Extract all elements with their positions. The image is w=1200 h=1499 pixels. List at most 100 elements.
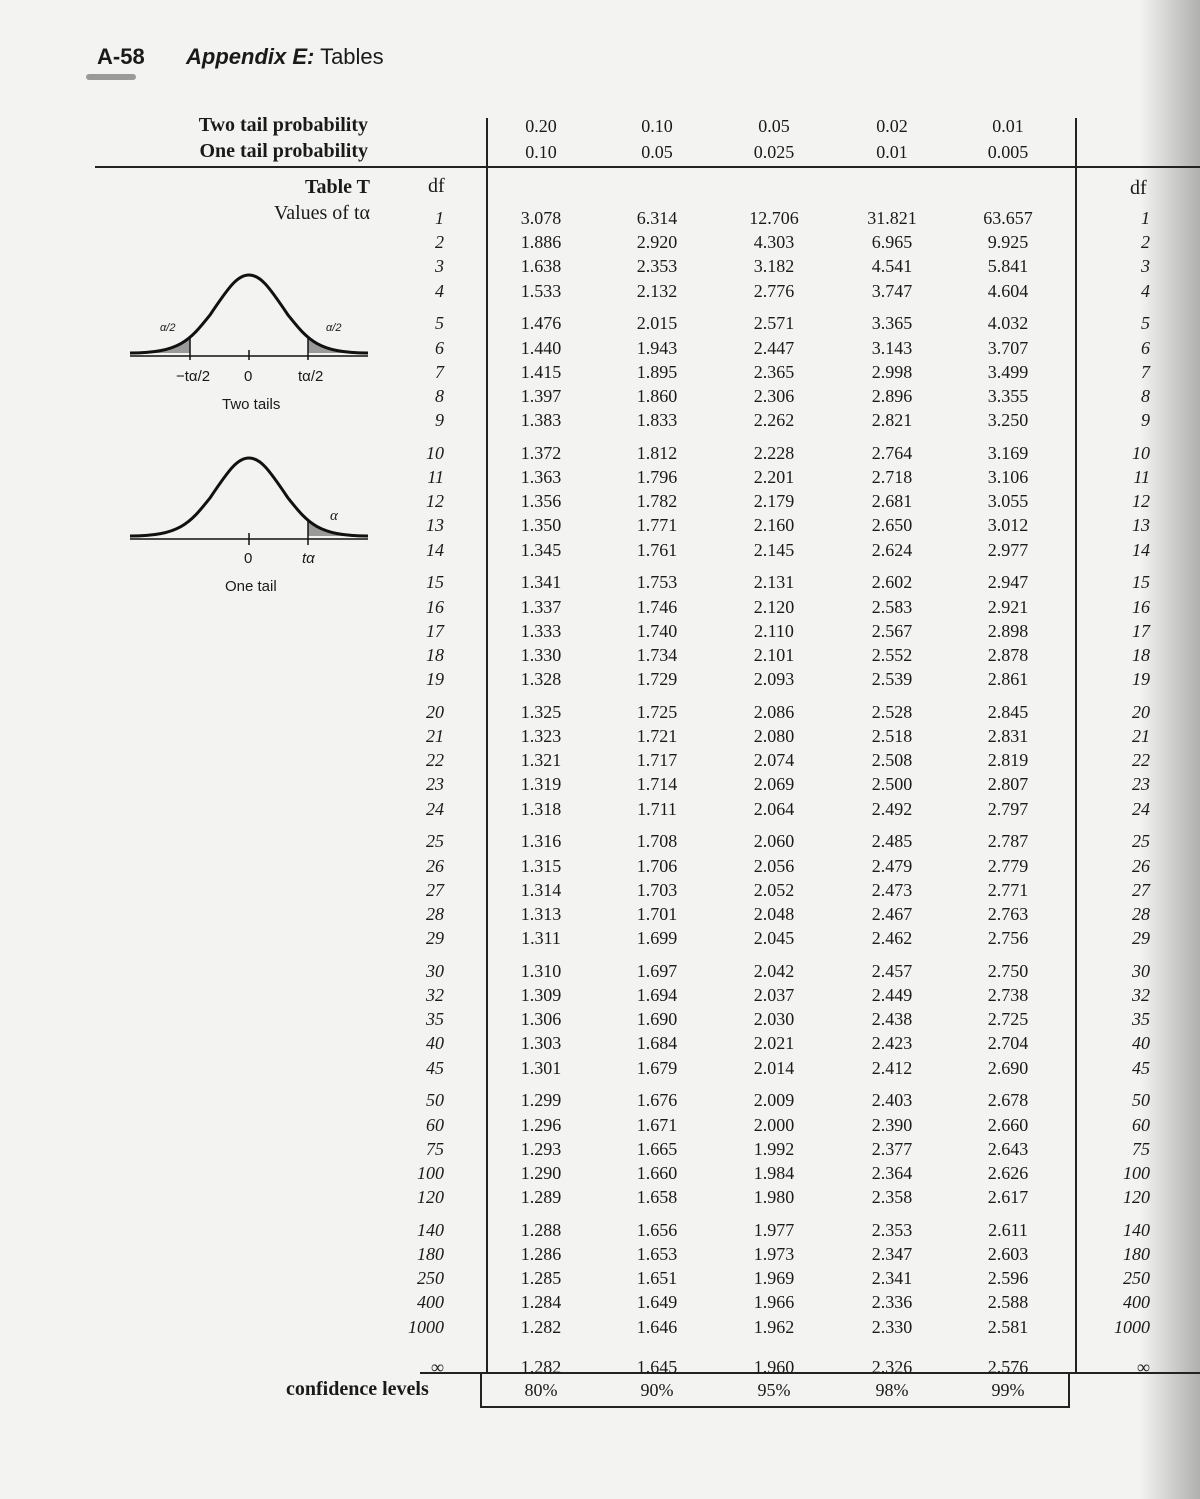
df-value-right: 1: [1141, 208, 1150, 228]
t-value: 2.306: [753, 385, 795, 406]
t-value: 2.364: [871, 1162, 913, 1183]
t-value: 3.707: [987, 337, 1029, 358]
t-value: 2.086: [753, 701, 795, 722]
t-value: 2.093: [753, 669, 795, 690]
t-value: 2.145: [753, 539, 795, 560]
two-tail-probability: 0.02: [876, 116, 908, 136]
table-row: 50 1.299 1.676 2.009 2.403 2.678 50: [0, 1090, 1200, 1114]
df-value-right: 75: [1132, 1138, 1150, 1159]
table-row: 30 1.310 1.697 2.042 2.457 2.750 30: [0, 961, 1200, 985]
df-value: 19: [426, 669, 444, 690]
t-value: 2.611: [988, 1219, 1028, 1240]
t-value: 2.896: [871, 385, 913, 406]
table-row: 17 1.333 1.740 2.110 2.567 2.898 17: [0, 621, 1200, 645]
t-value: 1.476: [520, 313, 562, 334]
t-value: 1.314: [520, 879, 562, 900]
t-value: 3.143: [871, 337, 913, 358]
df-value: 8: [435, 385, 444, 406]
df-value-right: 14: [1132, 539, 1150, 560]
t-value: 2.060: [753, 831, 795, 852]
table-row: 12 1.356 1.782 2.179 2.681 3.055 12: [0, 491, 1200, 515]
t-value: 2.704: [987, 1033, 1029, 1054]
table-row: 21 1.323 1.721 2.080 2.518 2.831 21: [0, 726, 1200, 750]
t-value: 1.313: [520, 903, 562, 924]
df-value: 5: [435, 313, 444, 334]
t-value: 2.052: [753, 879, 795, 900]
t-value: 1.708: [636, 831, 678, 852]
df-value: 45: [426, 1057, 444, 1078]
t-value: 3.169: [987, 442, 1029, 463]
t-value: 2.596: [987, 1268, 1029, 1289]
df-value-right: 19: [1132, 669, 1150, 690]
t-value: 1.703: [636, 879, 678, 900]
table-row: 28 1.313 1.701 2.048 2.467 2.763 28: [0, 904, 1200, 928]
table-title: Table T: [304, 176, 370, 198]
t-value: 1.319: [520, 774, 562, 795]
t-value: 2.690: [987, 1057, 1029, 1078]
t-value: 2.977: [987, 539, 1029, 560]
df-value: 1: [435, 208, 444, 228]
df-value-right: ∞: [1137, 1357, 1150, 1378]
df-value: 250: [417, 1268, 444, 1289]
table-row: 9 1.383 1.833 2.262 2.821 3.250 9: [0, 410, 1200, 434]
t-value: 2.365: [753, 361, 795, 382]
df-value-right: 250: [1123, 1268, 1150, 1289]
df-value: 11: [427, 467, 444, 487]
t-value: 1.753: [636, 572, 678, 593]
t-value: 63.657: [983, 208, 1033, 228]
confidence-level: 95%: [757, 1380, 791, 1400]
t-value: 2.462: [871, 928, 913, 949]
t-value: 1.285: [520, 1268, 562, 1289]
df-value: 13: [426, 515, 444, 536]
t-value: 2.787: [987, 831, 1029, 852]
df-value: 25: [426, 831, 444, 852]
t-value: 2.056: [753, 855, 795, 876]
table-row: 27 1.314 1.703 2.052 2.473 2.771 27: [0, 880, 1200, 904]
t-value: 2.423: [871, 1033, 913, 1054]
table-row: 11 1.363 1.796 2.201 2.718 3.106 11: [0, 467, 1200, 491]
t-value: 2.650: [871, 515, 913, 536]
t-value: 2.000: [753, 1114, 795, 1135]
df-value: 40: [426, 1033, 444, 1054]
df-value-right: 120: [1123, 1187, 1150, 1208]
df-header-right: df: [1130, 177, 1147, 199]
df-value-right: 27: [1132, 879, 1150, 900]
df-value-right: 28: [1132, 903, 1150, 924]
t-value: 1.337: [520, 596, 562, 617]
t-value: 2.821: [871, 410, 913, 431]
df-value: 27: [426, 879, 444, 900]
t-value: 1.690: [636, 1009, 678, 1030]
t-value: 1.649: [636, 1292, 678, 1313]
t-value: 4.032: [987, 313, 1029, 334]
df-value-right: 25: [1132, 831, 1150, 852]
df-value-right: 45: [1132, 1057, 1150, 1078]
two-tail-probability: 0.05: [758, 116, 790, 136]
t-value: 2.110: [754, 620, 794, 641]
t-value: 2.473: [871, 879, 913, 900]
t-value: 2.074: [753, 750, 795, 771]
t-value: 2.643: [987, 1138, 1029, 1159]
one-tail-label: One tail probability: [199, 140, 368, 162]
t-value: 1.796: [636, 467, 678, 487]
t-value: 2.738: [987, 985, 1029, 1005]
confidence-level: 80%: [524, 1380, 558, 1400]
table-row: 14 1.345 1.761 2.145 2.624 2.977 14: [0, 540, 1200, 564]
t-value: 2.438: [871, 1009, 913, 1030]
df-value-right: 26: [1132, 855, 1150, 876]
table-row: 4 1.533 2.132 2.776 3.747 4.604 4: [0, 281, 1200, 305]
t-value: 1.282: [520, 1357, 562, 1378]
t-value: 3.182: [753, 256, 795, 277]
t-value: 2.583: [871, 596, 913, 617]
t-value: 1.699: [636, 928, 678, 949]
t-value: 2.797: [987, 798, 1029, 819]
t-value: 2.014: [753, 1057, 795, 1078]
df-value-right: 24: [1132, 798, 1150, 819]
t-value: 3.106: [987, 467, 1029, 487]
table-row: 400 1.284 1.649 1.966 2.336 2.588 400: [0, 1292, 1200, 1316]
t-value: 2.776: [753, 280, 795, 301]
t-value: 2.021: [753, 1033, 795, 1054]
df-value: 4: [435, 280, 444, 301]
df-value-right: 21: [1132, 726, 1150, 746]
df-header-left: df: [428, 175, 445, 197]
df-value-right: 35: [1132, 1009, 1150, 1030]
